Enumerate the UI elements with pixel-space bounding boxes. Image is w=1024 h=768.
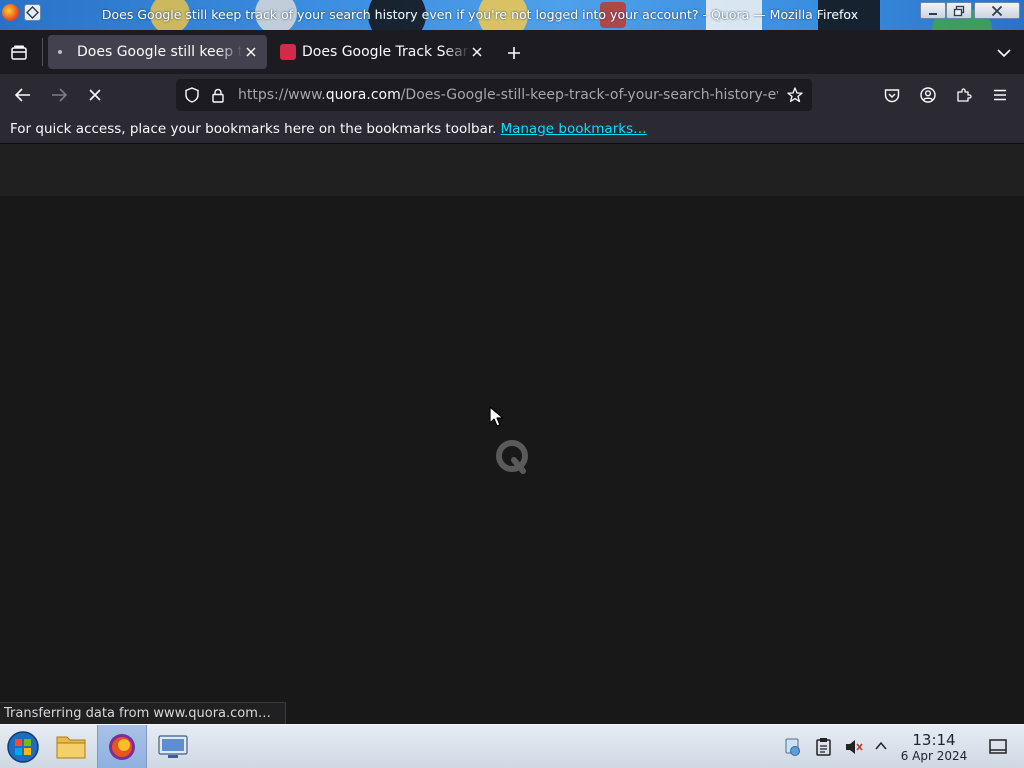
clipboard-tray-icon[interactable]: [815, 737, 833, 757]
puzzle-icon: [957, 88, 972, 102]
mouse-cursor-icon: [489, 406, 504, 427]
back-button[interactable]: [10, 83, 36, 107]
folder-icon: [56, 736, 86, 759]
clock-date: 6 Apr 2024: [900, 749, 968, 763]
plus-icon: [508, 47, 520, 59]
url-host: quora.com: [325, 87, 401, 103]
shield-icon: [185, 87, 199, 103]
url-path: /Does-Google-still-keep-track-of-your-se…: [400, 87, 778, 103]
taskbar-file-manager[interactable]: [48, 725, 94, 768]
firefox-view-button[interactable]: [8, 42, 30, 64]
tab-strip: Does Google still keep track of your sea…: [0, 30, 1024, 74]
status-panel: Transferring data from www.quora.com…: [0, 702, 286, 724]
taskbar-firefox[interactable]: [97, 725, 147, 768]
taskbar-clock[interactable]: 13:14 6 Apr 2024: [896, 731, 972, 764]
tab-quora[interactable]: Does Google still keep track of your sea…: [48, 35, 267, 69]
new-tab-button[interactable]: [502, 42, 526, 64]
bookmarks-empty-message: For quick access, place your bookmarks h…: [10, 121, 497, 137]
show-desktop-icon[interactable]: [988, 738, 1008, 756]
arrow-right-icon: [52, 88, 67, 102]
star-icon: [787, 87, 803, 103]
hamburger-icon: [994, 89, 1006, 101]
volume-muted-icon[interactable]: [844, 737, 864, 757]
url-bar[interactable]: https://www.quora.com/Does-Google-still-…: [176, 79, 812, 111]
tab-divider: [42, 38, 43, 66]
forward-button[interactable]: [46, 83, 72, 107]
minimize-button[interactable]: [920, 2, 946, 19]
list-all-tabs-button[interactable]: [992, 42, 1016, 64]
chevron-down-icon: [997, 49, 1011, 58]
start-orb-icon: [7, 731, 39, 763]
start-button[interactable]: [0, 725, 46, 768]
taskbar-control-panel[interactable]: [150, 725, 196, 768]
account-icon: [920, 87, 936, 103]
stop-button[interactable]: [82, 83, 108, 107]
firefox-view-icon: [11, 45, 27, 60]
page-content[interactable]: [0, 144, 1024, 724]
tab-title: Does Google still keep track of your sea…: [77, 44, 243, 60]
network-tray-icon[interactable]: [784, 737, 802, 757]
url-text[interactable]: https://www.quora.com/Does-Google-still-…: [238, 79, 778, 111]
computer-icon: [158, 735, 188, 758]
bookmark-page-button[interactable]: [784, 85, 806, 105]
close-icon: [246, 47, 256, 57]
arrow-left-icon: [15, 88, 30, 102]
tab-loading-icon: [58, 50, 62, 54]
account-button[interactable]: [916, 84, 940, 106]
window-title: Does Google still keep track of your sea…: [101, 7, 859, 22]
pocket-icon: [884, 88, 900, 102]
stop-icon: [89, 89, 101, 101]
app-menu-button[interactable]: [988, 84, 1012, 106]
bookmarks-toolbar: For quick access, place your bookmarks h…: [0, 116, 1024, 144]
window-titlebar[interactable]: Does Google still keep track of your sea…: [0, 0, 1024, 30]
tab-incognito-article[interactable]: Does Google Track Search History in Inco…: [272, 35, 494, 69]
taskbar: 13:14 6 Apr 2024: [0, 724, 1024, 768]
url-prefix: https://www.: [238, 87, 326, 103]
tab-title: Does Google Track Search History in Inco…: [302, 44, 470, 60]
tab-close-button[interactable]: [469, 44, 485, 60]
firefox-icon: [109, 734, 135, 760]
manage-bookmarks-link[interactable]: Manage bookmarks…: [500, 121, 646, 137]
tab-favicon: [280, 44, 296, 60]
clock-time: 13:14: [912, 731, 956, 749]
pocket-button[interactable]: [880, 84, 904, 106]
site-security-button[interactable]: [208, 86, 228, 104]
lock-icon: [212, 88, 224, 103]
close-window-button[interactable]: [974, 2, 1020, 19]
tab-close-button[interactable]: [243, 44, 259, 60]
extensions-button[interactable]: [952, 84, 976, 106]
tracking-protection-button[interactable]: [182, 86, 202, 104]
maximize-button[interactable]: [946, 2, 972, 19]
navigation-toolbar: https://www.quora.com/Does-Google-still-…: [0, 74, 1024, 116]
quora-logo-icon: [496, 440, 528, 474]
close-icon: [472, 47, 482, 57]
page-header-placeholder: [0, 144, 1024, 196]
tray-expand-icon[interactable]: [874, 739, 888, 753]
